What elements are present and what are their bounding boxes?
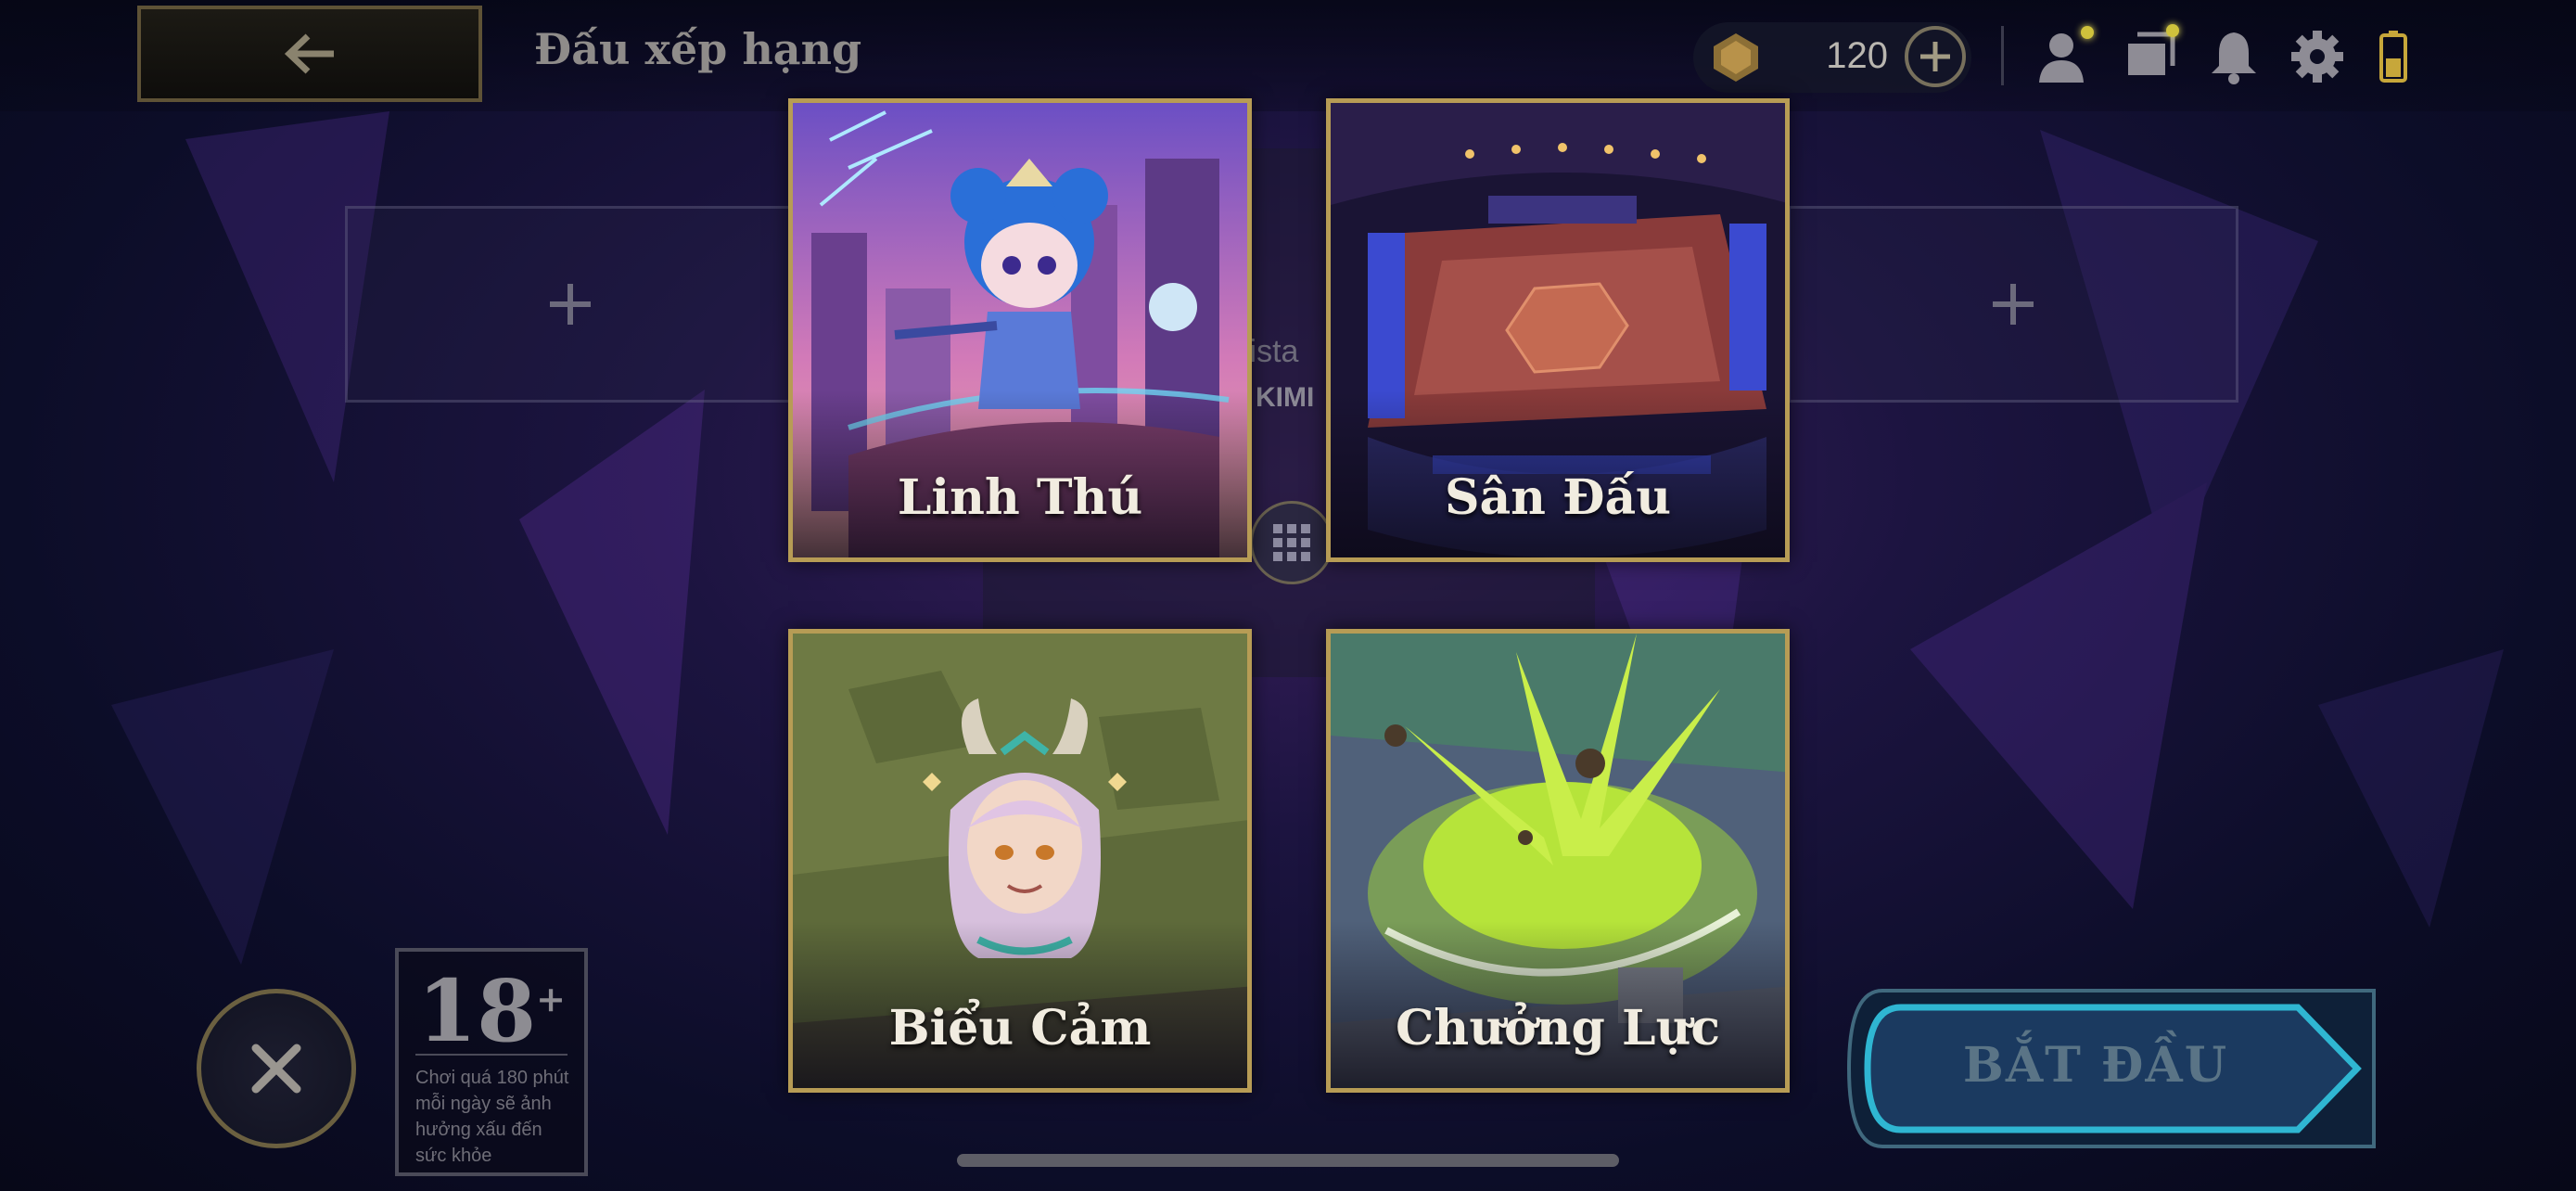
gear-icon	[2291, 31, 2343, 83]
tile-linh-thu[interactable]: Linh Thú	[788, 98, 1252, 562]
tile-label: Biểu Cảm	[888, 1000, 1152, 1057]
close-icon	[251, 1044, 301, 1094]
add-currency-button[interactable]	[1905, 26, 1966, 87]
tile-label: Linh Thú	[897, 469, 1143, 526]
health-warning-text: Chơi quá 180 phút mỗi ngày sẽ ảnh hưởng …	[415, 1068, 569, 1166]
tile-label: Sân Đấu	[1444, 469, 1672, 526]
age-rating-value: 18+	[417, 961, 566, 1061]
start-button[interactable]: BẮT ĐẦU	[1845, 987, 2381, 1150]
close-button[interactable]	[197, 989, 356, 1148]
plus-icon	[550, 284, 591, 325]
gem-icon	[1714, 33, 1758, 82]
top-bar-divider	[2001, 26, 2004, 85]
start-button-label: BẮT ĐẦU	[1962, 1037, 2229, 1094]
profile-button[interactable]	[2033, 24, 2098, 89]
settings-button[interactable]	[2285, 24, 2350, 89]
collection-icon	[2128, 32, 2175, 75]
background-tag-text: KIMI	[1256, 382, 1315, 413]
age-rating-divider	[415, 1054, 567, 1056]
notification-dot	[2166, 24, 2179, 37]
currency-amount: 120	[1826, 35, 1888, 76]
tile-label: Chưởng Lực	[1396, 1000, 1720, 1057]
tile-san-dau[interactable]: Sân Đấu	[1326, 98, 1790, 562]
grid-button[interactable]	[1250, 501, 1333, 584]
age-rating-badge: 18+ Chơi quá 180 phút mỗi ngày sẽ ảnh hư…	[395, 948, 588, 1176]
currency-display: 120	[1693, 22, 1971, 93]
empty-slot-left	[345, 206, 796, 403]
plus-icon	[1993, 284, 2034, 325]
battery-indicator	[2361, 24, 2426, 89]
tile-bieu-cam[interactable]: Biểu Cảm	[788, 629, 1252, 1093]
notification-dot	[2081, 26, 2094, 39]
bell-icon	[2212, 32, 2256, 84]
tile-chuong-luc[interactable]: Chưởng Lực	[1326, 629, 1790, 1093]
back-button[interactable]	[137, 6, 482, 102]
home-indicator	[957, 1154, 1619, 1167]
screen-title: Đấu xếp hạng	[534, 24, 862, 74]
plus-icon	[1920, 42, 1950, 71]
notifications-button[interactable]	[2201, 24, 2266, 89]
collection-button[interactable]	[2116, 24, 2181, 89]
grid-icon	[1273, 524, 1310, 561]
empty-slot-right	[1788, 206, 2238, 403]
back-arrow-icon	[284, 33, 334, 74]
battery-icon	[2379, 31, 2407, 83]
